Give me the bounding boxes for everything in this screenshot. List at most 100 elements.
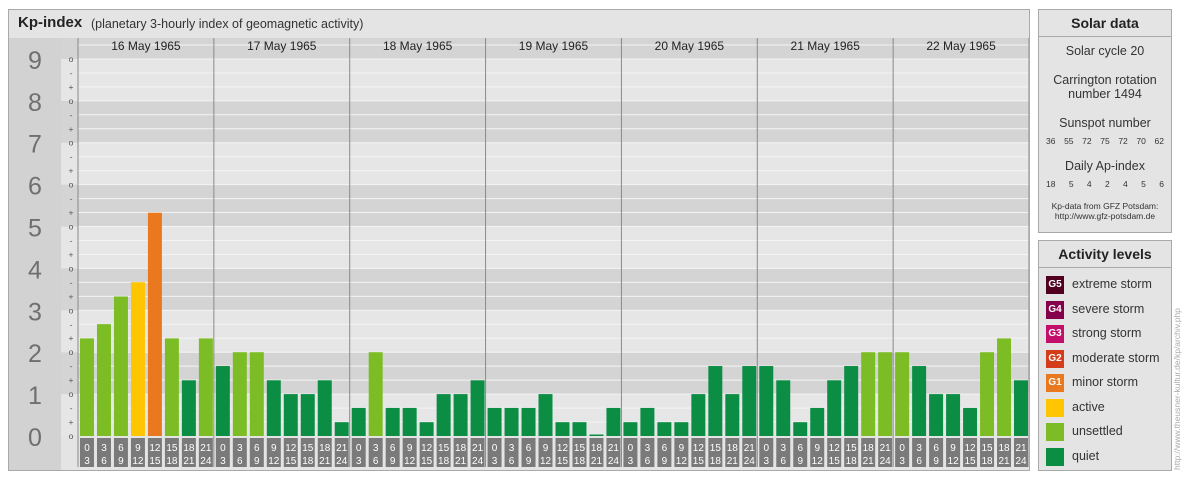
- hour-label-end: 15: [693, 456, 705, 467]
- level-label: minor storm: [1072, 375, 1138, 389]
- hour-label-end: 24: [472, 456, 484, 467]
- kp-band: [9, 226, 1029, 269]
- hour-label-end: 6: [916, 456, 922, 467]
- date-label: 21 May 1965: [791, 39, 861, 53]
- hour-label-start: 18: [998, 443, 1010, 454]
- sunspot-value: 36: [1046, 136, 1056, 146]
- kp-bar: [895, 352, 910, 436]
- source-label: Kp-data from GFZ Potsdam:: [1051, 201, 1159, 211]
- hour-label-end: 15: [965, 456, 977, 467]
- hour-label-end: 3: [763, 456, 769, 467]
- kp-bar: [538, 394, 553, 436]
- hour-label-start: 15: [302, 443, 314, 454]
- hour-label-end: 21: [998, 456, 1010, 467]
- kp-bar: [640, 407, 655, 436]
- kp-bar: [130, 282, 145, 436]
- kp-bar-chart: 16 May 1965 17 May 1965 18 May 1965 19 May …: [9, 38, 1029, 470]
- hour-label-start: 21: [880, 443, 892, 454]
- hour-label-end: 21: [863, 456, 875, 467]
- kp-bar: [555, 422, 570, 436]
- y-tick-label: 1: [28, 382, 42, 410]
- hour-label-end: 3: [84, 456, 90, 467]
- hour-label-start: 0: [492, 443, 498, 454]
- hour-label-end: 6: [509, 456, 515, 467]
- hour-label-end: 12: [948, 456, 960, 467]
- hour-label-start: 15: [438, 443, 450, 454]
- level-label: severe storm: [1072, 301, 1145, 316]
- ap-value: 2: [1104, 179, 1110, 189]
- activity-level-active: active: [1046, 398, 1171, 419]
- hour-label-end: 6: [237, 456, 243, 467]
- sub-tick-label: +: [69, 82, 74, 92]
- y-tick-label: 4: [28, 256, 42, 284]
- hour-label-start: 3: [916, 443, 922, 454]
- activity-level-unsettled: unsettled: [1046, 423, 1171, 443]
- hour-label-start: 15: [710, 443, 722, 454]
- hour-label-end: 24: [1015, 456, 1027, 467]
- hour-label-start: 18: [863, 443, 875, 454]
- sub-tick-label: +: [69, 249, 74, 259]
- hour-label-start: 15: [846, 443, 858, 454]
- sub-tick-label: -: [70, 235, 73, 245]
- hour-label-start: 12: [693, 443, 705, 454]
- sub-tick-label: +: [69, 375, 74, 385]
- hour-label-end: 21: [727, 456, 739, 467]
- hour-label-end: 18: [981, 456, 993, 467]
- sub-tick-label: -: [70, 319, 73, 329]
- hour-label-start: 9: [135, 443, 141, 454]
- hour-label-start: 15: [981, 443, 993, 454]
- date-label: 17 May 1965: [247, 39, 317, 53]
- date-label: 16 May 1965: [111, 39, 181, 53]
- kp-bar: [657, 422, 672, 436]
- kp-bar: [504, 407, 519, 436]
- hour-label-end: 3: [220, 456, 226, 467]
- hour-label-end: 3: [356, 456, 362, 467]
- hour-label-start: 3: [237, 443, 243, 454]
- sub-tick-label: o: [69, 305, 74, 315]
- hour-label-start: 21: [1015, 443, 1027, 454]
- kp-bar: [810, 407, 825, 436]
- kp-bar: [96, 324, 111, 436]
- hour-label-start: 21: [472, 443, 484, 454]
- activity-level-strong-storm: G3 strong storm: [1046, 325, 1171, 345]
- hour-label-end: 18: [846, 456, 858, 467]
- sunspot-value: 72: [1082, 136, 1092, 146]
- sub-tick-label: +: [69, 166, 74, 176]
- hour-label-start: 18: [319, 443, 331, 454]
- hour-label-start: 21: [744, 443, 756, 454]
- kp-bar: [725, 394, 740, 436]
- sub-tick-label: o: [69, 347, 74, 357]
- kp-bar: [113, 296, 128, 436]
- hour-label-start: 3: [780, 443, 786, 454]
- activity-level-severe-storm: G4 severe storm: [1046, 300, 1171, 321]
- kp-bar: [368, 352, 383, 436]
- kp-bar: [589, 434, 604, 436]
- hour-label-end: 12: [812, 456, 824, 467]
- sunspot-title: Sunspot number: [1059, 116, 1151, 130]
- kp-bar: [80, 338, 94, 436]
- kp-bar: [521, 407, 536, 436]
- hour-label-start: 12: [285, 443, 297, 454]
- sunspot-value: 62: [1154, 136, 1164, 146]
- kp-bar: [929, 394, 944, 436]
- hour-label-start: 6: [118, 443, 124, 454]
- hour-label-start: 18: [455, 443, 467, 454]
- sub-tick-label: o: [69, 180, 74, 190]
- hour-label-end: 6: [645, 456, 651, 467]
- y-tick-label: 3: [28, 298, 42, 326]
- hour-label-start: 18: [183, 443, 195, 454]
- kp-bar: [759, 366, 774, 436]
- hour-label-end: 24: [880, 456, 892, 467]
- hour-label-end: 6: [101, 456, 107, 467]
- kp-bar: [317, 380, 332, 436]
- sub-tick-label: -: [70, 361, 73, 371]
- kp-bar: [419, 422, 434, 436]
- kp-bar: [436, 394, 451, 436]
- hour-label-start: 6: [390, 443, 396, 454]
- hour-label-start: 3: [373, 443, 379, 454]
- y-tick-label: 6: [28, 173, 42, 201]
- sub-tick-label: o: [69, 96, 74, 106]
- hour-label-start: 18: [591, 443, 603, 454]
- kp-bar: [946, 394, 961, 436]
- hour-label-start: 12: [149, 443, 161, 454]
